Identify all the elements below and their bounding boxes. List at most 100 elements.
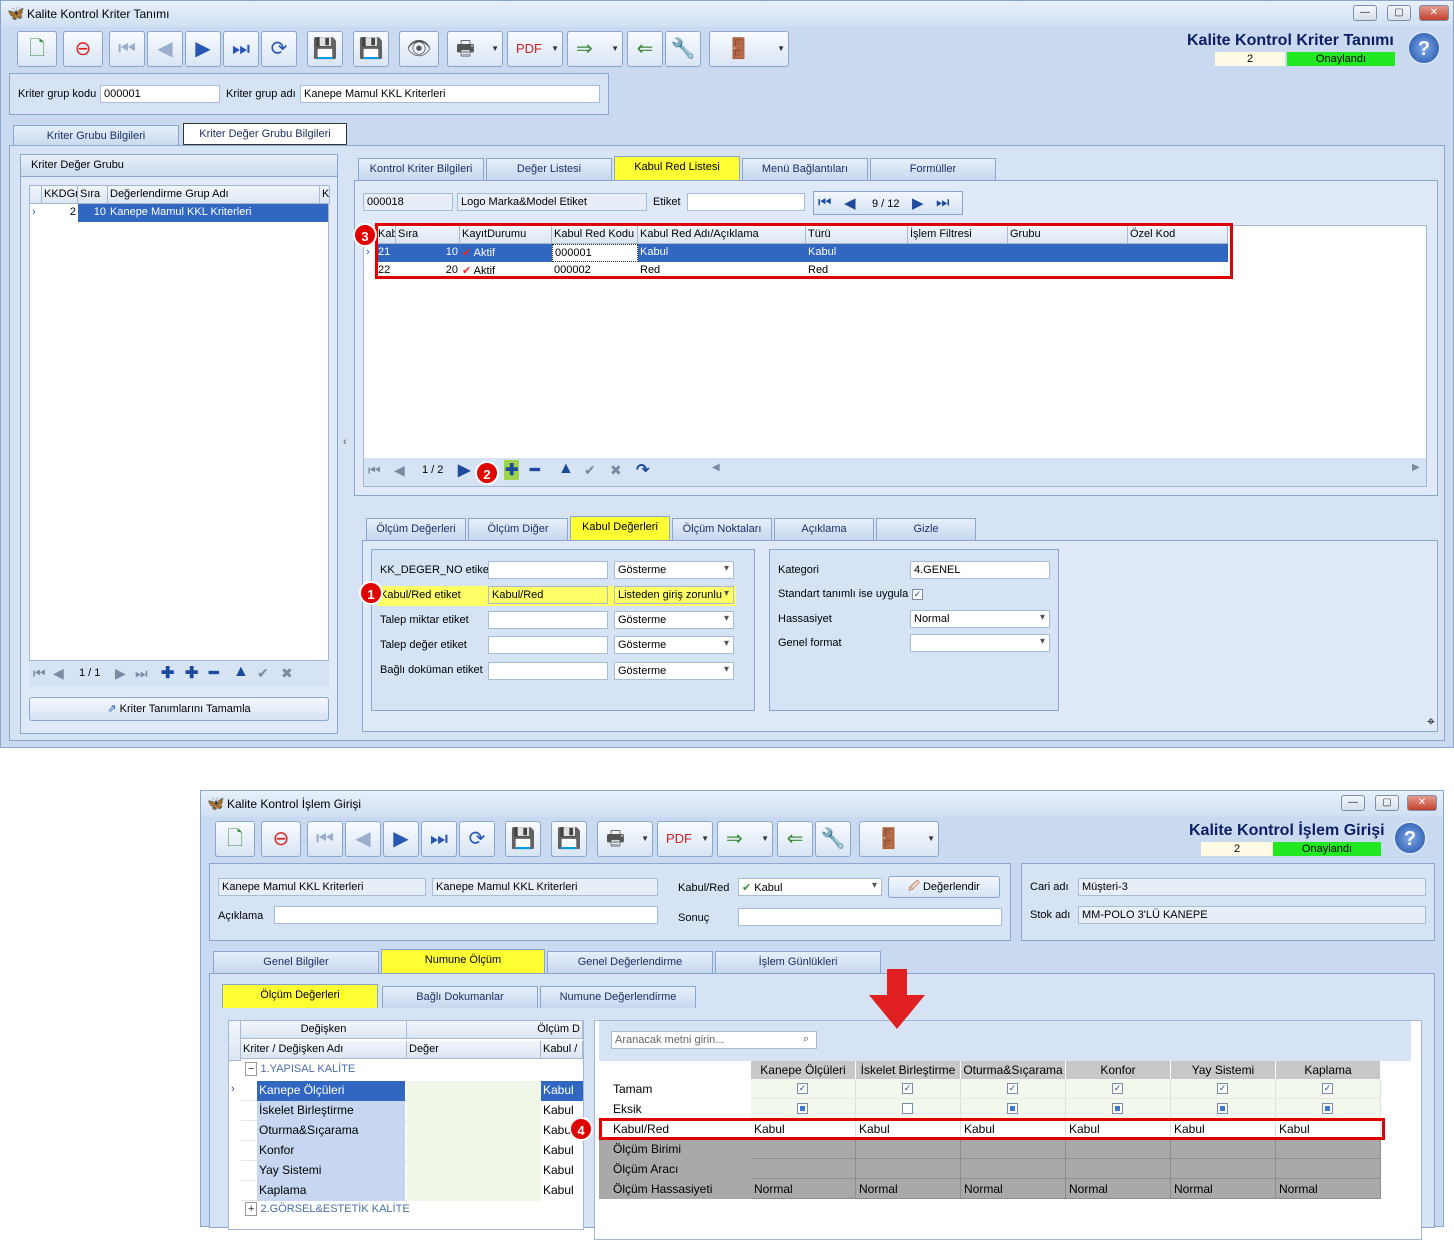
- matrix-cell[interactable]: [751, 1139, 856, 1159]
- sonuc-field[interactable]: [738, 908, 1002, 926]
- tab-deger-listesi[interactable]: Değer Listesi: [486, 158, 612, 180]
- tree-row-name[interactable]: Kaplama: [257, 1181, 405, 1201]
- matrix-cell[interactable]: [1276, 1159, 1381, 1179]
- save-button[interactable]: 💾: [307, 31, 343, 67]
- group-name-field[interactable]: Kanepe Mamul KKL Kriterleri: [300, 85, 600, 103]
- bagli-dokuman-combo[interactable]: Gösterme: [614, 662, 734, 680]
- cell-kkdgr[interactable]: 2: [42, 204, 78, 222]
- last-record-button[interactable]: ⏭: [421, 821, 457, 857]
- matrix-cell[interactable]: ✓: [1276, 1079, 1381, 1099]
- talep-miktar-field[interactable]: [488, 611, 608, 629]
- tree-row-kabul[interactable]: Kabul: [541, 1081, 583, 1101]
- settings-button[interactable]: 🔧: [815, 821, 851, 857]
- eksik-checkbox[interactable]: [1217, 1103, 1228, 1114]
- column-header[interactable]: Kabul /: [541, 1041, 583, 1059]
- matrix-cell[interactable]: [751, 1099, 856, 1119]
- tree-group-row[interactable]: − 1.YAPISAL KALİTE: [243, 1061, 583, 1079]
- tree-row-value[interactable]: [407, 1181, 541, 1201]
- preview-button[interactable]: 👁: [399, 31, 439, 67]
- hassasiyet-combo[interactable]: Normal: [910, 610, 1050, 628]
- tab-olcum-degerleri[interactable]: Ölçüm Değerleri: [222, 984, 378, 1008]
- prev-icon[interactable]: ◀: [53, 665, 64, 682]
- tab-bagli-dokumanlar[interactable]: Bağlı Dokumanlar: [382, 986, 538, 1008]
- first-record-button[interactable]: ⏮: [109, 31, 145, 67]
- criteria-name-field[interactable]: Logo Marka&Model Etiket: [457, 193, 647, 211]
- tamam-checkbox[interactable]: ✓: [1112, 1083, 1123, 1094]
- matrix-cell[interactable]: Normal: [1276, 1179, 1381, 1199]
- matrix-cell[interactable]: [1066, 1099, 1171, 1119]
- talep-deger-field[interactable]: [488, 636, 608, 654]
- cari-field[interactable]: Müşteri-3: [1078, 878, 1426, 896]
- matrix-column-header[interactable]: Konfor: [1066, 1061, 1171, 1079]
- column-header[interactable]: Değer: [407, 1041, 541, 1059]
- matrix-cell[interactable]: [856, 1159, 961, 1179]
- talep-miktar-combo[interactable]: Gösterme: [614, 611, 734, 629]
- first-record-button[interactable]: ⏮: [307, 821, 343, 857]
- kk-deger-no-field[interactable]: [488, 561, 608, 579]
- cancel-icon[interactable]: ✖: [281, 665, 293, 682]
- add-icon[interactable]: ✚: [161, 663, 174, 683]
- export-button[interactable]: ⇒ ▼: [717, 821, 773, 857]
- matrix-cell[interactable]: ✓: [751, 1079, 856, 1099]
- matrix-cell[interactable]: Normal: [1171, 1179, 1276, 1199]
- cancel-icon[interactable]: ✖: [610, 462, 622, 479]
- criteria-name-field[interactable]: Kanepe Mamul KKL Kriterleri: [432, 878, 658, 896]
- cell-sira[interactable]: 10: [78, 204, 108, 222]
- tree-row-name[interactable]: İskelet Birleştirme: [257, 1101, 405, 1121]
- tree-row-name[interactable]: Yay Sistemi: [257, 1161, 405, 1181]
- pdf-button[interactable]: PDF ▼: [507, 31, 563, 67]
- tree-row-name[interactable]: Oturma&Sıçarama: [257, 1121, 405, 1141]
- matrix-column-header[interactable]: Kaplama: [1276, 1061, 1381, 1079]
- print-button[interactable]: 🖶 ▼: [597, 821, 653, 857]
- tab-kabul-degerleri[interactable]: Kabul Değerleri: [570, 516, 670, 540]
- tab-kriter-grubu[interactable]: Kriter Grubu Bilgileri: [13, 125, 179, 147]
- tree-row-name[interactable]: Kanepe Ölçüleri: [257, 1081, 405, 1101]
- tab-kontrol-kriter[interactable]: Kontrol Kriter Bilgileri: [358, 158, 484, 180]
- tab-kabul-red-listesi[interactable]: Kabul Red Listesi: [614, 156, 740, 180]
- matrix-cell[interactable]: ✓: [856, 1079, 961, 1099]
- matrix-cell[interactable]: ✓: [961, 1079, 1066, 1099]
- tree-row-kabul[interactable]: Kabul: [541, 1161, 583, 1181]
- save-close-button[interactable]: 💾: [551, 821, 587, 857]
- tamam-checkbox[interactable]: ✓: [1217, 1083, 1228, 1094]
- tamam-checkbox[interactable]: ✓: [797, 1083, 808, 1094]
- collapse-icon[interactable]: −: [245, 1062, 258, 1076]
- next-icon[interactable]: ▶: [912, 194, 924, 212]
- next-record-button[interactable]: ▶: [185, 31, 221, 67]
- eksik-checkbox[interactable]: [1007, 1103, 1018, 1114]
- tree-row-kabul[interactable]: Kabul: [541, 1181, 583, 1201]
- tab-olcum-diger[interactable]: Ölçüm Diğer: [468, 518, 568, 540]
- tree-row-name[interactable]: Konfor: [257, 1141, 405, 1161]
- tab-formuller[interactable]: Formüller: [870, 158, 996, 180]
- first-icon[interactable]: ⏮: [368, 462, 381, 479]
- tree-row-value[interactable]: [407, 1081, 541, 1101]
- help-icon[interactable]: ?: [1393, 821, 1427, 855]
- criteria-code-field[interactable]: 000018: [363, 193, 453, 211]
- print-button[interactable]: 🖶 ▼: [447, 31, 503, 67]
- matrix-cell[interactable]: [1276, 1139, 1381, 1159]
- tab-numune-degerlendirme[interactable]: Numune Değerlendirme: [540, 986, 696, 1008]
- refresh-button[interactable]: ⟳: [459, 821, 495, 857]
- search-icon[interactable]: ⌕: [803, 1033, 809, 1046]
- last-record-button[interactable]: ⏭: [223, 31, 259, 67]
- new-button[interactable]: 🗋: [17, 31, 57, 67]
- tab-genel-degerlendirme[interactable]: Genel Değerlendirme: [547, 951, 713, 973]
- tree-row-kabul[interactable]: Kabul: [541, 1141, 583, 1161]
- check-icon[interactable]: ✔: [257, 665, 269, 682]
- add-child-icon[interactable]: ✚: [185, 663, 198, 683]
- complete-criteria-button[interactable]: ⇗ Kriter Tanımlarını Tamamla: [29, 697, 329, 721]
- tree-row-value[interactable]: [407, 1101, 541, 1121]
- tab-olcum-degerleri[interactable]: Ölçüm Değerleri: [366, 518, 466, 540]
- tab-aciklama[interactable]: Açıklama: [774, 518, 874, 540]
- stok-field[interactable]: MM-POLO 3'LÜ KANEPE: [1078, 906, 1426, 924]
- tree-row-value[interactable]: [407, 1121, 541, 1141]
- first-icon[interactable]: ⏮: [818, 194, 832, 211]
- aciklama-field[interactable]: [274, 906, 658, 924]
- matrix-cell[interactable]: [961, 1099, 1066, 1119]
- matrix-cell[interactable]: [1171, 1139, 1276, 1159]
- help-icon[interactable]: ?: [1407, 31, 1441, 65]
- prev-record-button[interactable]: ◀: [147, 31, 183, 67]
- minimize-button[interactable]: —: [1341, 795, 1365, 811]
- scroll-left-icon[interactable]: ◀: [712, 462, 720, 473]
- up-icon[interactable]: ▲: [233, 663, 249, 681]
